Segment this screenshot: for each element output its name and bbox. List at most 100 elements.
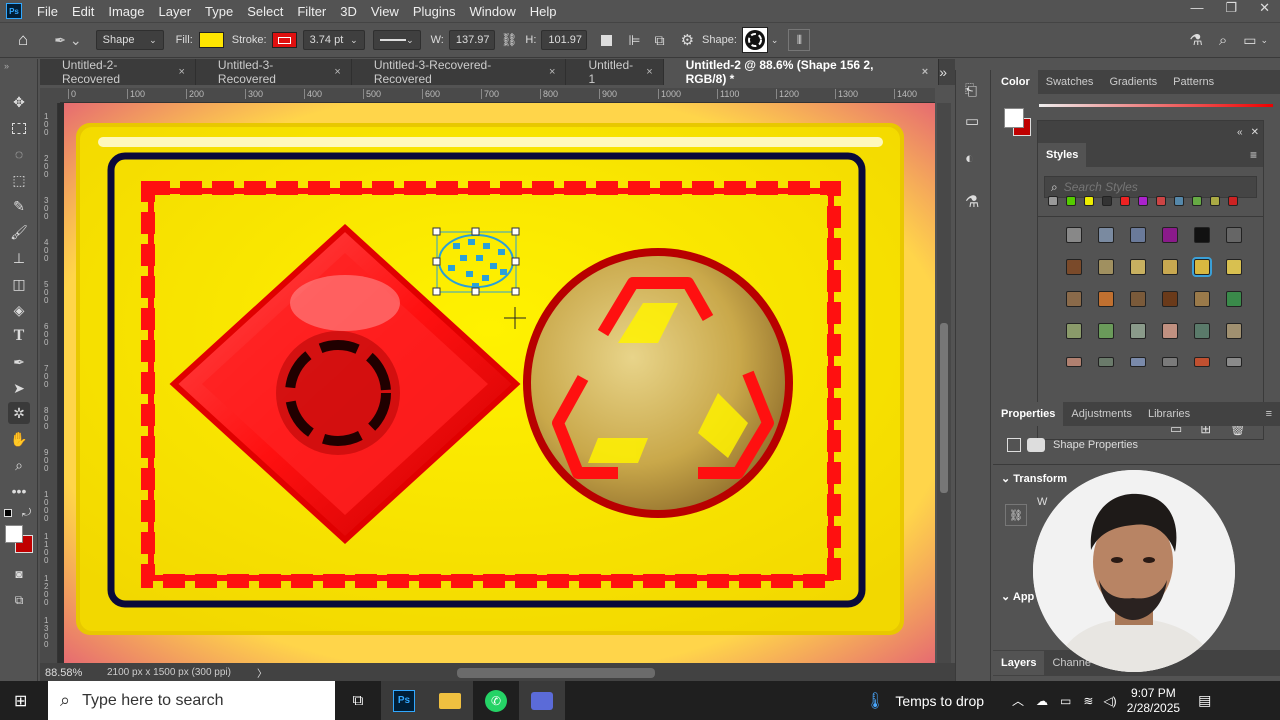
- style-thumb[interactable]: [1162, 227, 1178, 243]
- brush-tool-icon[interactable]: 🖌: [8, 221, 30, 243]
- flask-icon[interactable]: ⚗: [1189, 31, 1202, 49]
- shape-picker-recycle-icon[interactable]: [741, 27, 768, 53]
- style-thumb[interactable]: [1130, 291, 1146, 307]
- style-thumb[interactable]: [1226, 227, 1242, 243]
- close-window-icon[interactable]: ✕: [1259, 0, 1270, 16]
- zoom-tool-icon[interactable]: ⌕: [8, 454, 30, 476]
- task-view-icon[interactable]: ⧉: [335, 681, 381, 720]
- style-thumb[interactable]: [1066, 227, 1082, 243]
- menu-layer[interactable]: Layer: [152, 4, 199, 19]
- tab-untitled-3-recovered-recovered[interactable]: Untitled-3-Recovered-Recovered ×: [351, 58, 567, 86]
- photoshop-taskbar-icon[interactable]: Ps: [381, 681, 427, 720]
- style-swatch[interactable]: [1138, 196, 1148, 206]
- close-tab-icon[interactable]: ×: [178, 66, 184, 78]
- tab-untitled-3-recovered[interactable]: Untitled-3-Recovered ×: [195, 58, 352, 86]
- style-thumb[interactable]: [1162, 259, 1178, 275]
- path-arrangement-icon[interactable]: ⧉: [655, 32, 665, 49]
- style-swatch[interactable]: [1120, 196, 1130, 206]
- quick-mask-icon[interactable]: ◙: [8, 563, 30, 585]
- eraser-tool-icon[interactable]: ◫: [8, 273, 30, 295]
- canvas-area[interactable]: [58, 103, 935, 663]
- style-swatch[interactable]: [1228, 196, 1238, 206]
- stroke-width-field[interactable]: 3.74 pt ⌄: [302, 30, 365, 50]
- style-thumb-selected[interactable]: [1192, 257, 1212, 277]
- tab-swatches[interactable]: Swatches: [1038, 70, 1102, 94]
- foreground-color-swatch[interactable]: [5, 525, 23, 543]
- tab-layers[interactable]: Layers: [993, 651, 1045, 675]
- path-select-tool-icon[interactable]: ➤: [8, 377, 30, 399]
- zoom-level[interactable]: 88.58%: [45, 667, 107, 679]
- tab-patterns[interactable]: Patterns: [1165, 70, 1222, 94]
- workspace-icon[interactable]: ▭: [1243, 32, 1256, 49]
- vertical-scrollbar[interactable]: [937, 103, 951, 663]
- taskbar-search[interactable]: ⌕ Type here to search: [48, 681, 335, 720]
- style-thumb[interactable]: [1066, 291, 1082, 307]
- marquee-tool-icon[interactable]: [8, 117, 30, 139]
- more-tools-icon[interactable]: •••: [8, 480, 30, 502]
- tab-color[interactable]: Color: [993, 70, 1038, 94]
- style-thumb[interactable]: [1194, 357, 1210, 367]
- menu-file[interactable]: File: [30, 4, 65, 19]
- style-thumb[interactable]: [1194, 291, 1210, 307]
- network-off-icon[interactable]: ☁: [1036, 694, 1048, 708]
- chevron-down-icon[interactable]: ⌄: [771, 35, 779, 46]
- menu-filter[interactable]: Filter: [290, 4, 333, 19]
- style-thumb[interactable]: [1098, 227, 1114, 243]
- pen-tool-icon[interactable]: ✒: [8, 351, 30, 373]
- transform-section[interactable]: ⌄ Transform: [1001, 472, 1067, 485]
- file-explorer-icon[interactable]: [427, 681, 473, 720]
- adjustment-brush-icon[interactable]: ◐: [965, 150, 974, 167]
- style-swatch[interactable]: [1066, 196, 1076, 206]
- move-tool-icon[interactable]: ✥: [8, 91, 30, 113]
- close-tab-icon[interactable]: ×: [549, 66, 555, 78]
- style-thumb[interactable]: [1162, 357, 1178, 367]
- custom-shape-tool-icon[interactable]: ✲: [8, 402, 30, 424]
- align-edges-icon[interactable]: ⫴: [788, 29, 811, 51]
- horizontal-scrollbar-thumb[interactable]: [456, 667, 655, 678]
- style-thumb[interactable]: [1130, 227, 1146, 243]
- style-thumb[interactable]: [1066, 357, 1082, 367]
- type-tool-icon[interactable]: T: [8, 325, 30, 347]
- width-field[interactable]: 137.97: [448, 30, 495, 50]
- lasso-tool-icon[interactable]: ◌: [8, 143, 30, 165]
- whatsapp-icon[interactable]: ✆: [473, 681, 519, 720]
- tab-untitled-1[interactable]: Untitled-1 ×: [566, 58, 664, 86]
- tab-gradients[interactable]: Gradients: [1101, 70, 1165, 94]
- style-swatch[interactable]: [1048, 196, 1058, 206]
- windows-start-icon[interactable]: ⊞: [14, 691, 27, 711]
- menu-type[interactable]: Type: [198, 4, 240, 19]
- status-arrow-icon[interactable]: 〉: [257, 665, 267, 680]
- style-thumb[interactable]: [1098, 357, 1114, 367]
- height-field[interactable]: 101.97: [541, 30, 588, 50]
- menu-help[interactable]: Help: [523, 4, 564, 19]
- weather-text[interactable]: Temps to drop: [895, 693, 984, 709]
- volume-icon[interactable]: ◁): [1103, 694, 1116, 708]
- style-thumb[interactable]: [1226, 357, 1242, 367]
- minimize-icon[interactable]: —: [1190, 0, 1203, 16]
- path-operations-icon[interactable]: [601, 34, 613, 46]
- link-dimensions-icon[interactable]: ⛓: [1005, 504, 1027, 526]
- close-icon[interactable]: ✕: [1251, 127, 1259, 138]
- link-icon[interactable]: ⛓: [501, 32, 518, 48]
- style-thumb[interactable]: [1130, 323, 1146, 339]
- close-tab-icon[interactable]: ×: [646, 66, 652, 78]
- fill-swatch[interactable]: [198, 32, 224, 48]
- tool-mode-select[interactable]: Shape ⌄: [95, 30, 164, 50]
- style-thumb[interactable]: [1162, 323, 1178, 339]
- search-styles-input[interactable]: [1063, 180, 1244, 194]
- tab-adjustments[interactable]: Adjustments: [1063, 402, 1140, 426]
- collapse-icon[interactable]: «: [1237, 127, 1243, 138]
- eyedropper-tool-icon[interactable]: ✎: [8, 195, 30, 217]
- chevron-down-icon[interactable]: ⌄: [1260, 35, 1268, 46]
- style-thumb[interactable]: [1098, 291, 1114, 307]
- screen-mode-icon[interactable]: ⧉: [8, 589, 30, 611]
- menu-image[interactable]: Image: [101, 4, 151, 19]
- color-ramp[interactable]: [1039, 104, 1273, 107]
- style-thumb[interactable]: [1226, 323, 1242, 339]
- search-icon[interactable]: ⌕: [1219, 32, 1227, 49]
- path-alignment-icon[interactable]: ⊫: [628, 32, 640, 49]
- close-tab-icon[interactable]: ×: [334, 66, 340, 78]
- close-tab-icon[interactable]: ×: [922, 66, 928, 78]
- style-thumb[interactable]: [1194, 323, 1210, 339]
- history-icon[interactable]: ⎗: [965, 82, 977, 99]
